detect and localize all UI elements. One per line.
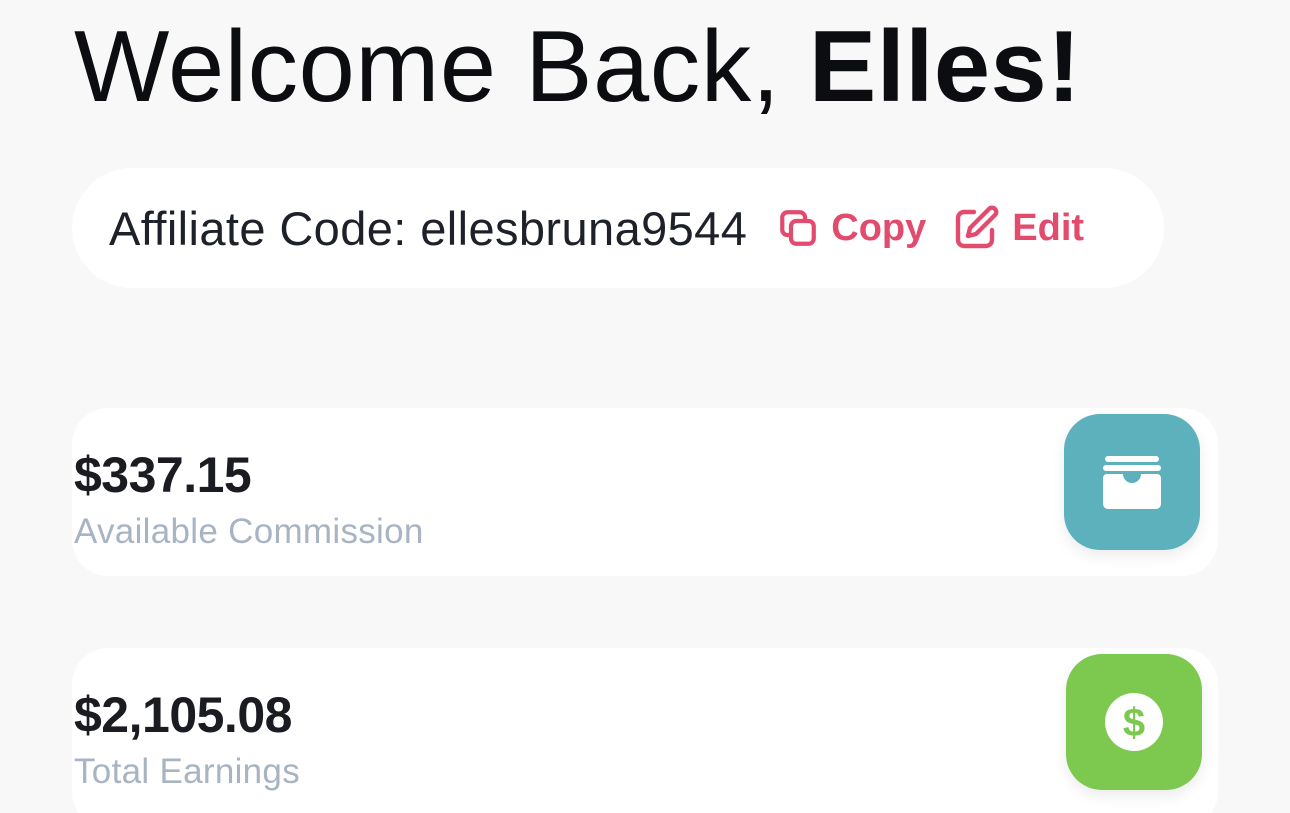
total-earnings-card[interactable]: $2,105.08 Total Earnings $ [72,648,1218,813]
edit-label: Edit [1012,206,1085,249]
user-name: Elles! [808,11,1082,123]
available-commission-value: $337.15 [74,447,252,503]
available-commission-card[interactable]: $337.15 Available Commission [72,408,1218,576]
copy-icon [777,207,819,249]
affiliate-code-value: ellesbruna9544 [420,201,748,255]
total-earnings-value: $2,105.08 [74,687,292,743]
total-earnings-label: Total Earnings [74,752,300,791]
copy-button[interactable]: Copy [777,207,926,250]
available-commission-label: Available Commission [74,512,424,551]
dollar-icon: $ [1066,654,1202,790]
welcome-greeting: Welcome Back, [74,11,781,123]
copy-label: Copy [831,206,927,249]
dashboard-page: Welcome Back, Elles! Affiliate Code: ell… [0,0,1290,813]
svg-text:$: $ [1123,701,1145,745]
affiliate-code-bar: Affiliate Code: ellesbruna9544 Copy Edit [72,168,1164,288]
edit-icon [952,204,1000,252]
welcome-heading: Welcome Back, Elles! [74,8,1081,126]
affiliate-code-label: Affiliate Code: [109,201,407,255]
affiliate-code-text: Affiliate Code: ellesbruna9544 [109,201,747,256]
wallet-icon [1064,414,1200,550]
edit-button[interactable]: Edit [952,204,1084,252]
